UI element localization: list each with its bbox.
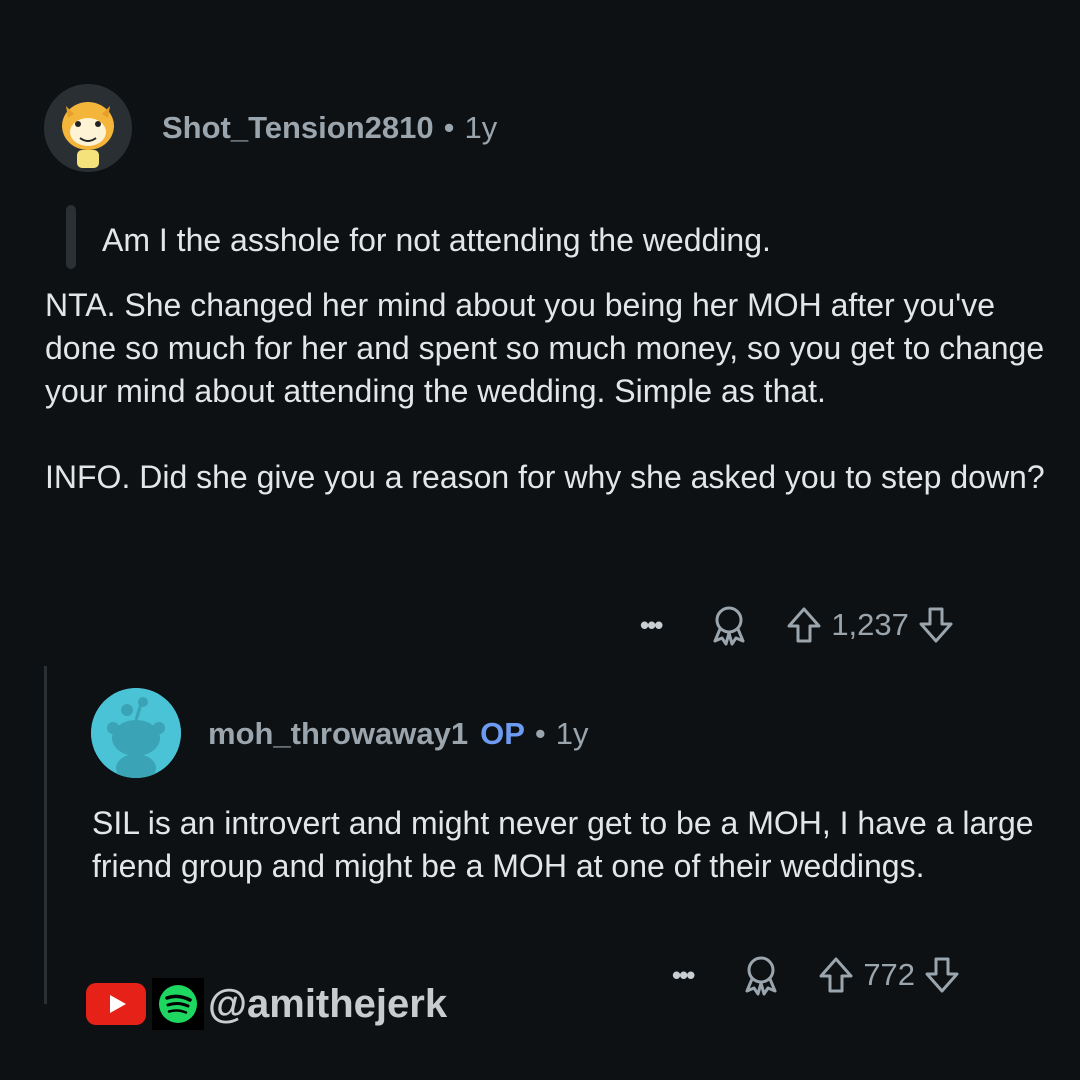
spotify-badge [152, 978, 204, 1030]
upvote-icon[interactable] [785, 605, 823, 645]
quote-bar [66, 205, 76, 269]
reply-body: SIL is an introvert and might never get … [92, 802, 1052, 888]
more-options-button[interactable]: ••• [640, 612, 663, 638]
more-options-button[interactable]: ••• [672, 962, 695, 988]
snoo-avatar-icon [44, 84, 132, 172]
meta-separator: • [534, 716, 546, 751]
spotify-icon [159, 985, 197, 1023]
avatar[interactable] [91, 688, 181, 778]
reply-meta: moh_throwaway1 OP • 1y [208, 714, 589, 754]
meta-separator: • [443, 110, 455, 145]
upvote-icon[interactable] [817, 955, 855, 995]
reply-actions: ••• 772 [672, 948, 961, 1002]
reply-text: SIL is an introvert and might never get … [92, 805, 1034, 884]
watermark-handle: @amithejerk [208, 982, 448, 1026]
comment-timestamp: 1y [464, 110, 498, 145]
comment-body: NTA. She changed her mind about you bein… [45, 284, 1055, 499]
award-icon[interactable] [739, 953, 783, 997]
vote-score: 1,237 [831, 607, 909, 642]
reply-username[interactable]: moh_throwaway1 [208, 716, 468, 751]
vote-score: 772 [863, 957, 916, 992]
downvote-icon[interactable] [917, 605, 955, 645]
downvote-icon[interactable] [923, 955, 961, 995]
award-icon[interactable] [707, 603, 751, 647]
comment-actions: ••• 1,237 [640, 598, 955, 652]
thread-line[interactable] [44, 666, 47, 1004]
quoted-text: Am I the asshole for not attending the w… [102, 222, 771, 258]
op-badge: OP [480, 716, 525, 751]
comment-paragraph: NTA. She changed her mind about you bein… [45, 287, 1045, 409]
comment-meta: Shot_Tension2810 • 1y [162, 108, 497, 148]
reply-timestamp: 1y [555, 716, 589, 751]
comment-paragraph: INFO. Did she give you a reason for why … [45, 459, 1045, 495]
comment-username[interactable]: Shot_Tension2810 [162, 110, 434, 145]
youtube-icon [86, 983, 146, 1025]
avatar[interactable] [44, 84, 132, 172]
watermark: @amithejerk [86, 978, 447, 1030]
snoo-avatar-icon [91, 688, 181, 778]
